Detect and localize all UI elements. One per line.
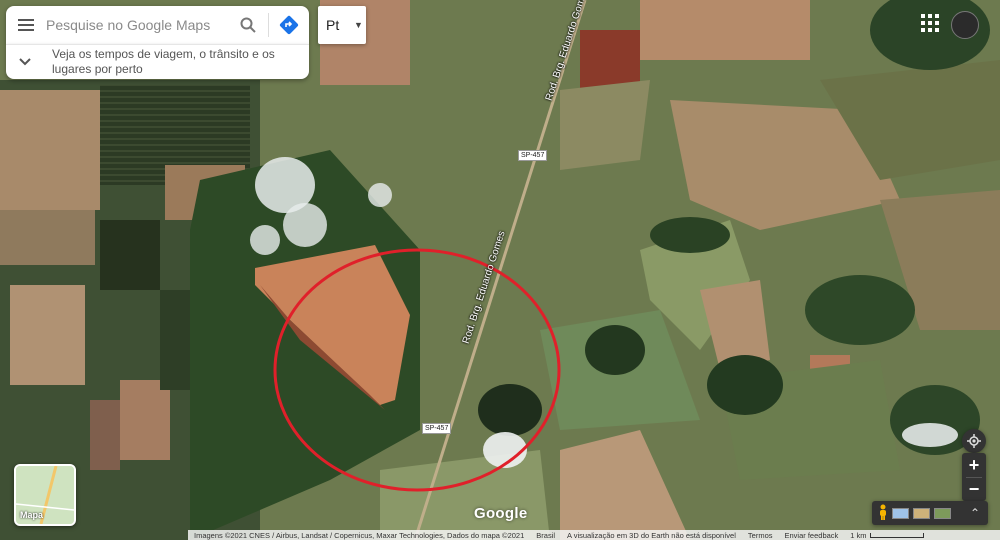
directions-icon (279, 15, 299, 35)
account-avatar[interactable] (951, 11, 979, 39)
chevron-down-icon (19, 58, 31, 66)
directions-button[interactable] (269, 6, 309, 44)
caret-down-icon: ▼ (354, 20, 363, 30)
terms-link[interactable]: Termos (742, 531, 779, 540)
map-type-toggle[interactable]: Mapa (14, 464, 76, 526)
search-button[interactable] (228, 6, 268, 44)
language-label: Pt (326, 17, 340, 33)
apps-grid-icon[interactable] (921, 14, 939, 32)
feedback-link[interactable]: Enviar feedback (779, 531, 845, 540)
explore-nearby-panel: Veja os tempos de viagem, o trânsito e o… (6, 44, 309, 79)
map-footer: Imagens ©2021 CNES / Airbus, Landsat / C… (188, 530, 1000, 540)
attribution-text: Imagens ©2021 CNES / Airbus, Landsat / C… (194, 530, 525, 540)
3d-notice: A visualização em 3D do Earth não está d… (567, 530, 736, 540)
expand-button[interactable] (6, 58, 44, 66)
scale-bar (869, 532, 924, 538)
menu-button[interactable] (6, 6, 46, 44)
my-location-icon (967, 434, 981, 448)
scale-control[interactable]: 1 km (844, 531, 929, 540)
chevron-up-icon[interactable]: ⌃ (970, 506, 980, 520)
zoom-out-button[interactable]: − (962, 478, 986, 501)
menu-icon (18, 19, 34, 31)
layers-bar: ⌃ (872, 501, 988, 525)
pegman-icon[interactable] (878, 504, 888, 523)
layer-thumb-satellite[interactable] (934, 507, 951, 519)
map-type-label: Mapa (20, 510, 44, 520)
search-input[interactable] (46, 17, 228, 33)
scale-label: 1 km (850, 530, 867, 540)
search-box (6, 6, 309, 44)
my-location-button[interactable] (962, 429, 986, 453)
search-icon (240, 17, 256, 33)
road-shield-sp457-north: SP-457 (518, 150, 548, 161)
zoom-controls: + − (962, 453, 986, 501)
road-shield-sp457-south: SP-457 (422, 423, 452, 434)
language-button[interactable]: Pt ▼ (318, 6, 366, 44)
explore-text: Veja os tempos de viagem, o trânsito e o… (52, 47, 275, 76)
country-link[interactable]: Brasil (530, 531, 561, 540)
layer-thumb-transit[interactable] (892, 507, 909, 519)
zoom-in-button[interactable]: + (962, 453, 986, 477)
satellite-map[interactable] (0, 0, 1000, 540)
layer-thumb-terrain[interactable] (913, 507, 930, 519)
google-logo: Google (474, 505, 528, 522)
